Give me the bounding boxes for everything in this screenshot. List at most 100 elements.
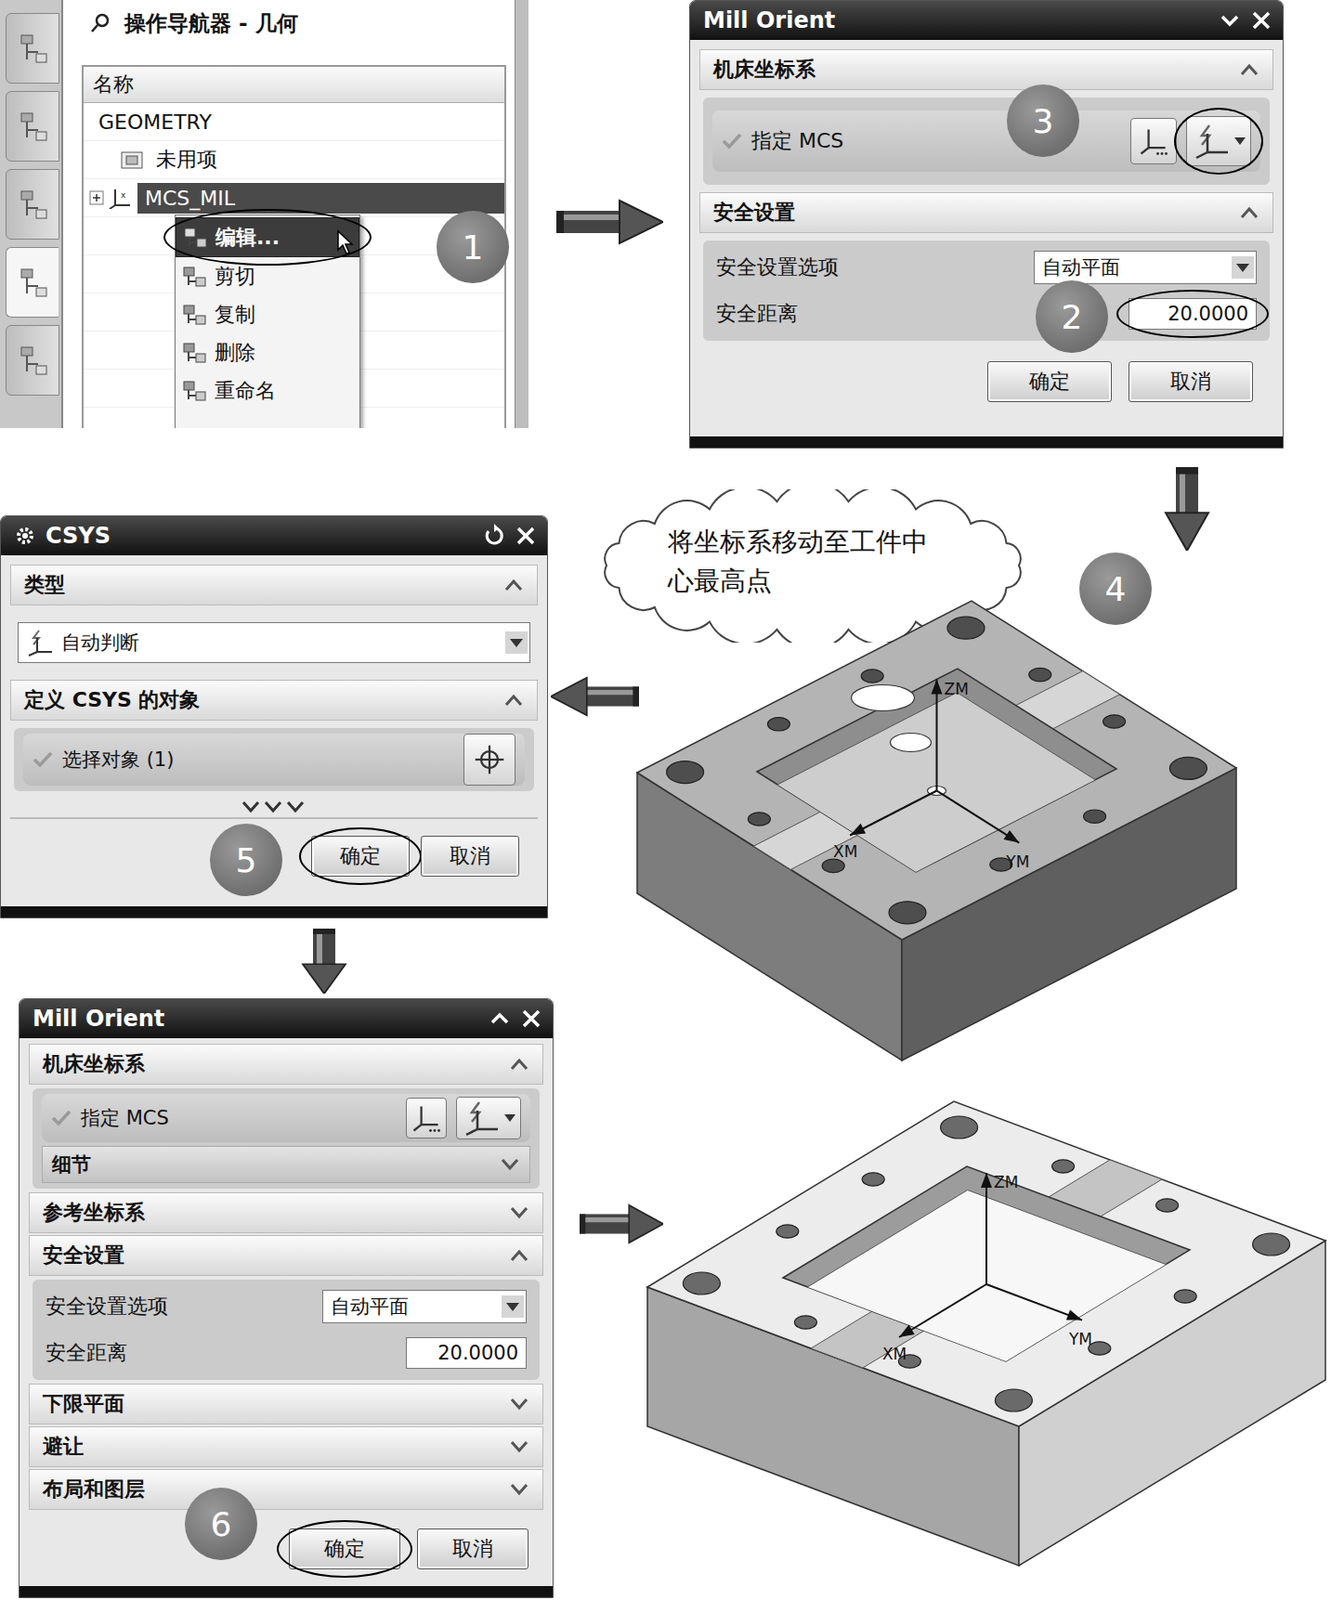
menu-item[interactable]: 剪切 [175, 257, 360, 296]
clearance-option-row: 安全设置选项自动平面 [712, 246, 1261, 289]
section-header[interactable]: 避让 [28, 1426, 544, 1468]
dialog-button[interactable]: 确定 [987, 361, 1112, 403]
bolt-hole [666, 761, 705, 784]
bolt-hole [794, 1316, 817, 1330]
dialog-footer [690, 436, 1283, 448]
navigator-tab-icon [13, 185, 52, 223]
clearance-option-select[interactable]: 自动平面 [322, 1290, 527, 1324]
csys-dialog-icon [1136, 124, 1171, 158]
section-header[interactable]: 布局和图层 [28, 1469, 544, 1511]
section-header[interactable]: 安全设置 [28, 1235, 544, 1277]
axis-arrowhead [1004, 830, 1020, 844]
axis-label: YM [1068, 1330, 1093, 1349]
workpiece-model[interactable]: ZMXMYM [642, 1092, 1340, 1585]
reset-icon[interactable] [480, 521, 509, 550]
expand-icon[interactable] [485, 1004, 514, 1033]
section-header[interactable]: 参考坐标系 [28, 1192, 544, 1234]
menu-item[interactable]: 删除 [175, 333, 360, 372]
csys-dialog-icon [409, 1101, 444, 1136]
bolt-hole [947, 616, 985, 640]
section-header[interactable]: 机床坐标系 [699, 49, 1274, 91]
step-badge: 5 [209, 823, 283, 897]
resource-tab[interactable] [5, 91, 60, 162]
csys-dialog-button[interactable] [1130, 117, 1177, 165]
flow-arrow-icon [300, 928, 348, 994]
pin-icon[interactable] [89, 12, 112, 35]
clearance-option-select[interactable]: 自动平面 [1033, 250, 1257, 285]
dialog-button[interactable]: 取消 [1128, 361, 1253, 403]
bolt-hole [1083, 809, 1107, 823]
csys-type-select[interactable]: 自动判断 [17, 622, 531, 664]
dropdown-arrow-icon [1233, 136, 1247, 146]
workpiece-model[interactable]: ZMXMYM [632, 591, 1283, 1080]
dialog-button[interactable]: 取消 [420, 835, 520, 877]
gear-icon[interactable] [13, 524, 37, 548]
csys-dialog-button[interactable] [405, 1097, 447, 1139]
clearance-distance-input[interactable]: 20.0000 [1128, 298, 1257, 330]
resource-bar [0, 0, 64, 429]
close-icon[interactable] [517, 1004, 546, 1033]
section-header[interactable]: 定义 CSYS 的对象 [10, 679, 538, 721]
tree-row[interactable]: 未用项 [83, 141, 505, 180]
menu-item[interactable]: 编辑... [175, 217, 360, 258]
close-icon[interactable] [1247, 6, 1276, 35]
clearance-distance-input[interactable]: 20.0000 [405, 1337, 527, 1370]
axis-label: XM [833, 842, 858, 862]
collapse-icon[interactable] [1215, 6, 1244, 35]
point-dialog-button[interactable] [463, 733, 516, 786]
top-face [647, 1101, 1326, 1427]
tree-row[interactable]: xMCS_MIL [83, 179, 505, 218]
navigator-title: 操作导航器 - 几何 [76, 0, 507, 47]
selection-marker [890, 733, 932, 753]
context-menu: 编辑...剪切复制删除重命名 [174, 214, 361, 429]
mcs-picker-button[interactable] [456, 1096, 522, 1140]
mcs-icon: x [107, 186, 134, 209]
dialog-button[interactable]: 确定 [288, 1528, 401, 1570]
expand-icon[interactable] [89, 190, 105, 206]
dropdown-arrow-icon [505, 631, 528, 654]
dialog-button[interactable]: 确定 [311, 835, 410, 877]
chevron-icon [508, 1249, 530, 1263]
bolt-hole [1052, 1160, 1075, 1174]
bolt-hole [940, 1116, 979, 1139]
y-axis [937, 791, 1020, 844]
step-badge: 1 [436, 210, 509, 284]
resource-tab[interactable] [5, 325, 60, 396]
title-bar: Mill Orient [690, 0, 1283, 40]
menu-item[interactable]: 复制 [175, 295, 360, 334]
dialog-button[interactable]: 取消 [417, 1528, 529, 1570]
select-object-row[interactable]: 选择对象 (1) [23, 733, 525, 786]
menu-item-icon [182, 225, 209, 250]
mcs-picker-button[interactable] [1186, 116, 1252, 167]
tutorial-figure: 操作导航器 - 几何名称GEOMETRY未用项xMCS_MIL编辑...剪切复制… [0, 0, 1344, 1600]
menu-item[interactable]: 重命名 [175, 371, 360, 410]
mouse-cursor-icon [336, 229, 355, 256]
bolt-hole [747, 812, 770, 826]
flow-arrow-icon [550, 676, 640, 718]
resource-tab[interactable] [5, 169, 60, 240]
axis-arrowhead [931, 679, 943, 695]
flow-arrow-icon [579, 1203, 664, 1245]
column-header[interactable]: 名称 [83, 66, 505, 104]
step-badge: 4 [1079, 552, 1152, 626]
tree-row[interactable]: GEOMETRY [83, 103, 505, 142]
resource-tab[interactable] [5, 247, 59, 318]
chevron-icon [508, 1397, 530, 1411]
section-header[interactable]: 下限平面 [28, 1383, 544, 1425]
axis-label: ZM [944, 679, 969, 699]
section-header[interactable]: 类型 [10, 564, 538, 606]
menu-item-icon [181, 378, 208, 404]
resource-tab[interactable] [5, 13, 60, 84]
section-header[interactable]: 安全设置 [699, 192, 1274, 234]
chevron-icon [503, 693, 524, 707]
details-subsection[interactable]: 细节 [41, 1146, 531, 1184]
section-header[interactable]: 机床坐标系 [28, 1043, 544, 1085]
inferred-csys-icon [460, 1099, 502, 1137]
step-badge: 3 [1006, 84, 1080, 157]
more-options[interactable] [10, 798, 538, 820]
clearance-distance-row: 安全距离20.0000 [712, 292, 1261, 336]
close-icon[interactable] [511, 521, 540, 550]
unused-items-icon [118, 148, 145, 171]
clearance-distance-row: 安全距离20.0000 [41, 1331, 531, 1375]
dropdown-arrow-icon [1231, 256, 1254, 279]
